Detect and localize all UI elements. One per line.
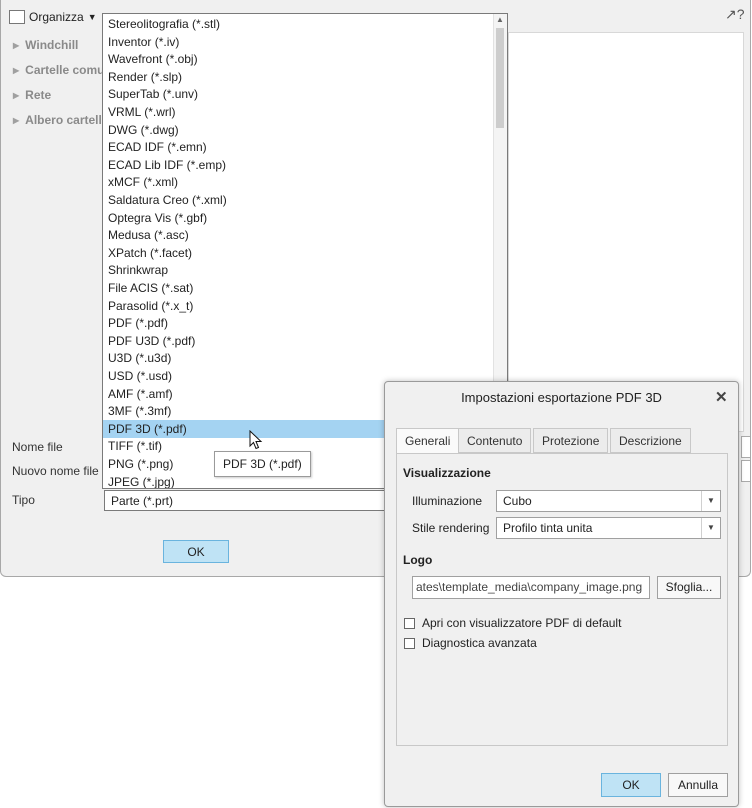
open-default-viewer-option[interactable]: Apri con visualizzatore PDF di default — [404, 616, 621, 630]
dropdown-option[interactable]: Render (*.slp) — [103, 68, 494, 86]
navigation-panel: ▶ Windchill ▶ Cartelle comuni ▶ Rete ▶ A… — [7, 32, 115, 432]
nav-item-windchill[interactable]: ▶ Windchill — [13, 38, 78, 52]
dropdown-option[interactable]: Saldatura Creo (*.xml) — [103, 191, 494, 209]
chevron-down-icon: ▼ — [87, 12, 97, 22]
dropdown-option[interactable]: ECAD IDF (*.emn) — [103, 138, 494, 156]
new-file-name-label: Nuovo nome file — [12, 464, 99, 478]
tab-description[interactable]: Descrizione — [610, 428, 691, 453]
file-name-input[interactable] — [741, 436, 750, 458]
expand-triangle-icon[interactable]: ▶ — [13, 41, 19, 50]
open-default-viewer-checkbox[interactable] — [404, 617, 415, 629]
dropdown-option[interactable]: U3D (*.u3d) — [103, 349, 494, 367]
chevron-down-icon[interactable]: ▼ — [701, 518, 720, 538]
expand-triangle-icon[interactable]: ▶ — [13, 116, 19, 125]
advanced-diagnostics-checkbox[interactable] — [404, 637, 415, 649]
tab-general[interactable]: Generali — [396, 428, 460, 454]
dropdown-option[interactable]: Parasolid (*.x_t) — [103, 297, 494, 315]
render-style-label: Stile rendering — [412, 521, 490, 535]
tab-content[interactable]: Contenuto — [458, 428, 532, 453]
advanced-diagnostics-option[interactable]: Diagnostica avanzata — [404, 636, 537, 650]
chevron-down-icon[interactable]: ▼ — [701, 491, 720, 511]
expand-triangle-icon[interactable]: ▶ — [13, 66, 19, 75]
dropdown-option[interactable]: Medusa (*.asc) — [103, 226, 494, 244]
pdf3d-export-dialog: Impostazioni esportazione PDF 3D ✕ Gener… — [384, 381, 739, 807]
organize-label: Organizza — [29, 10, 84, 24]
mouse-cursor-icon — [249, 430, 263, 450]
type-select[interactable]: Parte (*.prt) — [104, 490, 386, 511]
browse-button[interactable]: Sfoglia... — [657, 576, 721, 599]
dropdown-option[interactable]: Inventor (*.iv) — [103, 33, 494, 51]
close-icon[interactable]: ✕ — [715, 388, 728, 406]
lighting-select[interactable]: Cubo ▼ — [496, 490, 721, 512]
dropdown-option[interactable]: Wavefront (*.obj) — [103, 50, 494, 68]
nav-item-shared-folders[interactable]: ▶ Cartelle comuni — [13, 63, 115, 77]
dropdown-option[interactable]: Stereolitografia (*.stl) — [103, 15, 494, 33]
render-style-select[interactable]: Profilo tinta unita ▼ — [496, 517, 721, 539]
nav-item-label: Albero cartelle — [25, 113, 109, 127]
type-label: Tipo — [12, 493, 35, 507]
dropdown-option[interactable]: xMCF (*.xml) — [103, 173, 494, 191]
cancel-button[interactable]: Annulla — [668, 773, 728, 797]
lighting-label: Illuminazione — [412, 494, 483, 508]
help-pointer-icon[interactable]: ↗? — [725, 6, 745, 23]
option-label: Apri con visualizzatore PDF di default — [422, 616, 622, 630]
organize-icon — [9, 10, 25, 24]
tab-protection[interactable]: Protezione — [533, 428, 609, 453]
new-file-name-input[interactable] — [741, 460, 750, 482]
dropdown-option[interactable]: ECAD Lib IDF (*.emp) — [103, 156, 494, 174]
preview-pane — [508, 32, 744, 432]
file-name-label: Nome file — [12, 440, 63, 454]
scroll-up-arrow-icon[interactable]: ▲ — [496, 15, 504, 24]
dropdown-option[interactable]: PDF (*.pdf) — [103, 314, 494, 332]
option-label: Diagnostica avanzata — [422, 636, 537, 650]
render-style-value: Profilo tinta unita — [503, 521, 593, 535]
scrollbar-thumb[interactable] — [496, 28, 504, 128]
nav-item-label: Windchill — [25, 38, 79, 52]
visualization-section-title: Visualizzazione — [403, 466, 491, 480]
dropdown-option[interactable]: VRML (*.wrl) — [103, 103, 494, 121]
ok-button[interactable]: OK — [601, 773, 661, 797]
dropdown-option[interactable]: Optegra Vis (*.gbf) — [103, 209, 494, 227]
dropdown-option[interactable]: DWG (*.dwg) — [103, 121, 494, 139]
nav-item-folder-tree[interactable]: ▶ Albero cartelle — [13, 113, 109, 127]
tooltip: PDF 3D (*.pdf) — [214, 451, 311, 477]
logo-path-input[interactable]: ates\template_media\company_image.png — [412, 576, 650, 599]
nav-item-network[interactable]: ▶ Rete — [13, 88, 51, 102]
lighting-value: Cubo — [503, 494, 532, 508]
logo-section-title: Logo — [403, 553, 433, 567]
dialog-title: Impostazioni esportazione PDF 3D — [461, 390, 662, 405]
dropdown-option[interactable]: File ACIS (*.sat) — [103, 279, 494, 297]
dropdown-option[interactable]: XPatch (*.facet) — [103, 244, 494, 262]
nav-item-label: Rete — [25, 88, 52, 102]
dropdown-option[interactable]: Shrinkwrap — [103, 261, 494, 279]
dropdown-option[interactable]: SuperTab (*.unv) — [103, 85, 494, 103]
expand-triangle-icon[interactable]: ▶ — [13, 91, 19, 100]
save-ok-button[interactable]: OK — [163, 540, 229, 563]
organize-button[interactable]: Organizza ▼ — [9, 8, 97, 26]
dropdown-option[interactable]: PDF U3D (*.pdf) — [103, 332, 494, 350]
